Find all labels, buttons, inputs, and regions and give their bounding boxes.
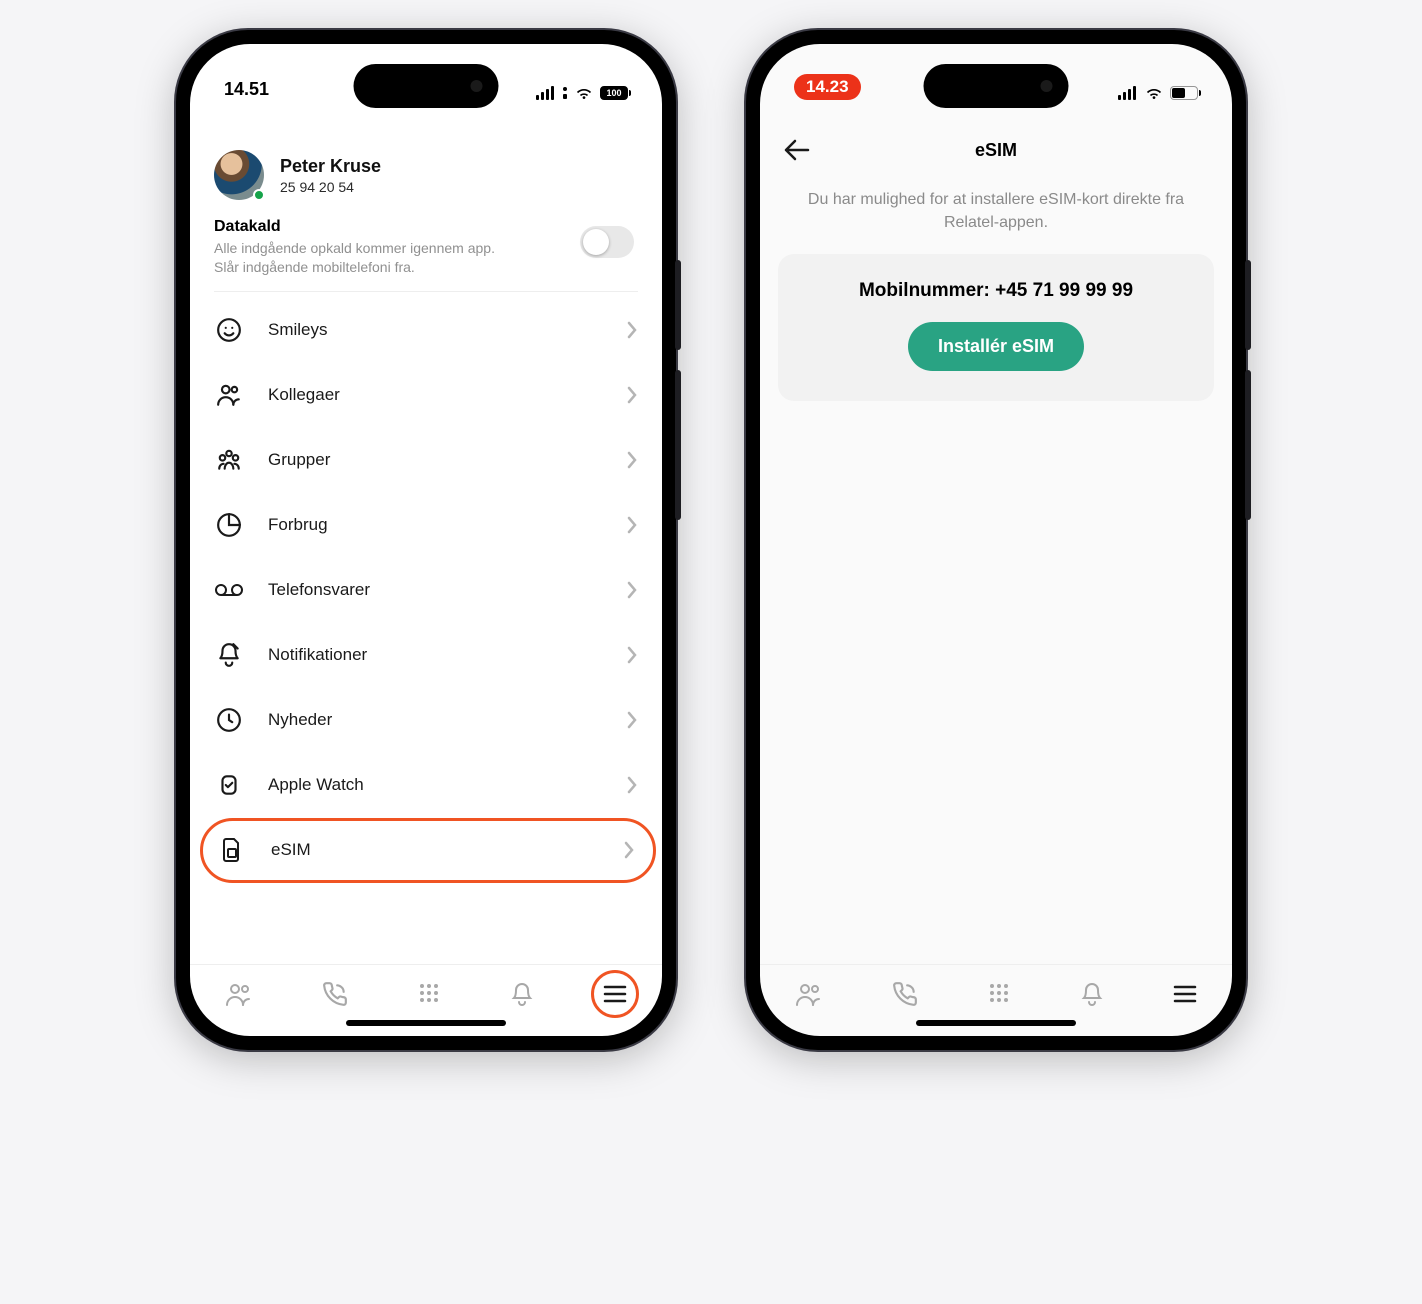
menu-forbrug[interactable]: Forbrug (214, 493, 638, 558)
home-indicator[interactable] (916, 1020, 1076, 1026)
chevron-right-icon (626, 646, 638, 664)
colleagues-icon (216, 382, 242, 408)
screen-left: 14.51 100 Peter Kruse 25 94 20 54 (190, 44, 662, 1036)
chevron-right-icon (626, 386, 638, 404)
tab-menu[interactable] (1173, 985, 1197, 1003)
menu-telefonsvarer[interactable]: Telefonsvarer (214, 558, 638, 623)
content-left: Peter Kruse 25 94 20 54 Datakald Alle in… (190, 104, 662, 964)
notification-icon (216, 642, 242, 668)
menu-label: Nyheder (268, 710, 602, 730)
back-arrow-icon (784, 139, 810, 161)
hamburger-icon (603, 985, 627, 1003)
watch-icon (216, 772, 242, 798)
divider (214, 291, 638, 292)
page-title: eSIM (975, 140, 1017, 161)
presence-dot (253, 189, 265, 201)
mobil-label: Mobilnummer: (859, 280, 995, 301)
chevron-right-icon (626, 776, 638, 794)
cellular-icon (1118, 86, 1138, 100)
dynamic-island (924, 64, 1069, 108)
menu-kollegaer[interactable]: Kollegaer (214, 363, 638, 428)
tab-alerts[interactable] (510, 981, 534, 1007)
status-indicators (1118, 86, 1198, 100)
screen-right: 14.23 eSIM Du har mulighed for at instal… (760, 44, 1232, 1036)
menu-grupper[interactable]: Grupper (214, 428, 638, 493)
tab-calls[interactable] (892, 981, 918, 1007)
hint-text: Du har mulighed for at installere eSIM-k… (784, 188, 1208, 234)
menu-esim[interactable]: eSIM (200, 818, 656, 883)
clock-icon (216, 707, 242, 733)
tab-contacts[interactable] (795, 982, 823, 1006)
menu-label: Telefonsvarer (268, 580, 602, 600)
datakald-title: Datakald (214, 218, 638, 236)
datakald-section: Datakald Alle indgående opkald kommer ig… (214, 218, 638, 277)
hamburger-icon (1173, 985, 1197, 1003)
status-time-pill[interactable]: 14.23 (794, 74, 861, 100)
wifi-icon (574, 86, 594, 100)
dual-sim-icon (562, 86, 568, 100)
groups-icon (216, 447, 242, 473)
tab-contacts[interactable] (225, 982, 253, 1006)
status-time: 14.51 (224, 79, 269, 100)
sim-icon (220, 837, 244, 863)
profile-text: Peter Kruse 25 94 20 54 (280, 156, 381, 195)
menu-label: eSIM (271, 840, 599, 860)
profile-number: 25 94 20 54 (280, 179, 381, 195)
menu-smileys[interactable]: Smileys (214, 298, 638, 363)
bell-icon (1080, 981, 1104, 1007)
datakald-line2: Slår indgående mobiltelefoni fra. (214, 258, 544, 277)
voicemail-icon (214, 581, 244, 599)
tab-alerts[interactable] (1080, 981, 1104, 1007)
smiley-icon (216, 317, 242, 343)
profile-name: Peter Kruse (280, 156, 381, 177)
phone-icon (892, 981, 918, 1007)
phone-left: 14.51 100 Peter Kruse 25 94 20 54 (176, 30, 676, 1050)
avatar[interactable] (214, 150, 264, 200)
contacts-icon (225, 982, 253, 1006)
dynamic-island (354, 64, 499, 108)
chevron-right-icon (626, 711, 638, 729)
keypad-icon (987, 982, 1011, 1006)
keypad-icon (417, 982, 441, 1006)
menu-list: Smileys Kollegaer Grupper Forbrug (214, 298, 638, 883)
mobil-row: Mobilnummer: +45 71 99 99 99 (859, 280, 1133, 302)
chevron-right-icon (623, 841, 635, 859)
menu-label: Grupper (268, 450, 602, 470)
contacts-icon (795, 982, 823, 1006)
bell-icon (510, 981, 534, 1007)
usage-icon (216, 512, 242, 538)
tab-calls[interactable] (322, 981, 348, 1007)
tab-keypad[interactable] (417, 982, 441, 1006)
menu-label: Smileys (268, 320, 602, 340)
install-esim-button[interactable]: Installér eSIM (908, 322, 1084, 371)
nav-header: eSIM (760, 126, 1232, 174)
cellular-icon (536, 86, 556, 100)
profile-row[interactable]: Peter Kruse 25 94 20 54 (214, 150, 638, 200)
menu-label: Kollegaer (268, 385, 602, 405)
menu-label: Apple Watch (268, 775, 602, 795)
phone-icon (322, 981, 348, 1007)
menu-notifikationer[interactable]: Notifikationer (214, 623, 638, 688)
tab-keypad[interactable] (987, 982, 1011, 1006)
mobil-value: +45 71 99 99 99 (995, 280, 1133, 301)
chevron-right-icon (626, 321, 638, 339)
wifi-icon (1144, 86, 1164, 100)
menu-nyheder[interactable]: Nyheder (214, 688, 638, 753)
esim-card: Mobilnummer: +45 71 99 99 99 Installér e… (778, 254, 1214, 401)
datakald-toggle[interactable] (580, 226, 634, 258)
menu-apple-watch[interactable]: Apple Watch (214, 753, 638, 818)
tab-menu[interactable] (603, 985, 627, 1003)
menu-label: Forbrug (268, 515, 602, 535)
chevron-right-icon (626, 516, 638, 534)
datakald-line1: Alle indgående opkald kommer igennem app… (214, 239, 544, 258)
status-indicators: 100 (536, 86, 628, 100)
phone-right: 14.23 eSIM Du har mulighed for at instal… (746, 30, 1246, 1050)
battery-icon (1170, 86, 1198, 100)
chevron-right-icon (626, 451, 638, 469)
menu-label: Notifikationer (268, 645, 602, 665)
battery-icon: 100 (600, 86, 628, 100)
home-indicator[interactable] (346, 1020, 506, 1026)
chevron-right-icon (626, 581, 638, 599)
back-button[interactable] (784, 139, 810, 161)
